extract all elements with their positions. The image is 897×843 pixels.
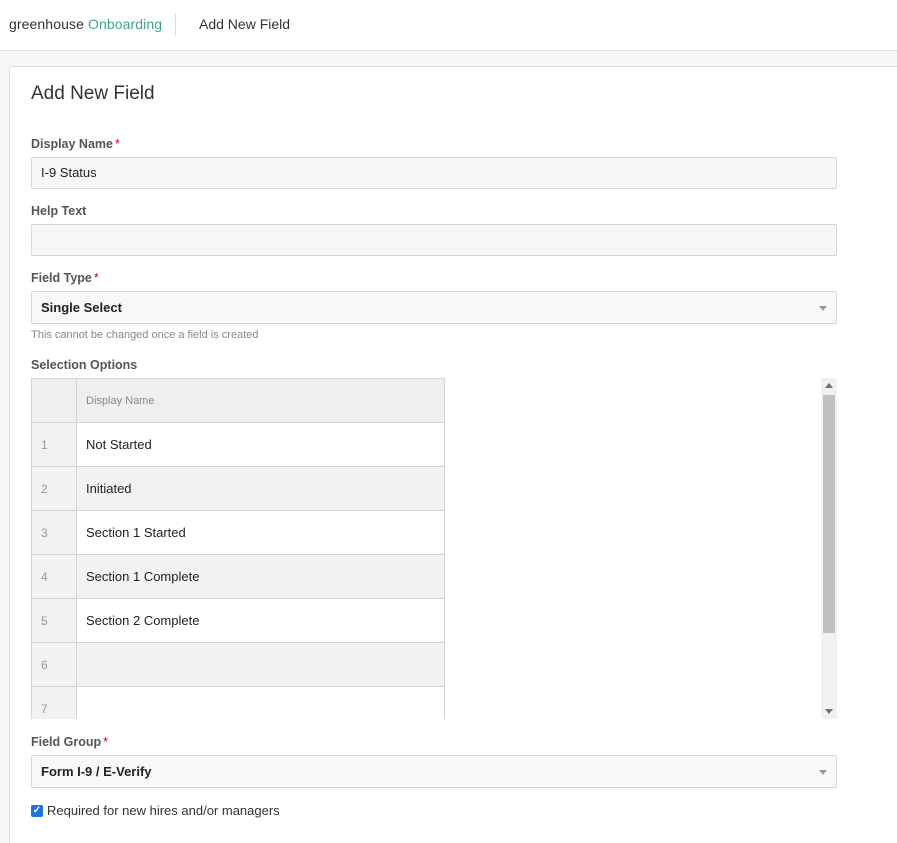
table-row: 4 Section 1 Complete bbox=[31, 554, 445, 599]
option-cell[interactable]: Initiated bbox=[76, 466, 445, 511]
display-name-label-text: Display Name bbox=[31, 137, 113, 151]
row-number[interactable]: 6 bbox=[31, 642, 77, 687]
option-cell[interactable]: Section 1 Complete bbox=[76, 554, 445, 599]
logo-text-onboarding: Onboarding bbox=[87, 16, 163, 32]
field-type-select[interactable]: Single Select bbox=[31, 291, 837, 324]
table-row: 7 bbox=[31, 686, 445, 719]
header-divider bbox=[175, 14, 176, 36]
breadcrumb: Add New Field bbox=[199, 16, 291, 32]
required-checkbox-label[interactable]: Required for new hires and/or managers bbox=[47, 803, 280, 818]
scroll-down-arrow-icon[interactable] bbox=[825, 709, 833, 714]
required-marker: * bbox=[93, 271, 99, 285]
table-row: 5 Section 2 Complete bbox=[31, 598, 445, 643]
page-title: Add New Field bbox=[31, 83, 155, 104]
grid-scrollbar[interactable] bbox=[821, 378, 837, 719]
row-number[interactable]: 1 bbox=[31, 422, 77, 467]
table-row: 3 Section 1 Started bbox=[31, 510, 445, 555]
field-group-select[interactable]: Form I-9 / E-Verify bbox=[31, 755, 837, 788]
checkmark-icon: ✓ bbox=[32, 805, 42, 816]
table-row: 2 Initiated bbox=[31, 466, 445, 511]
greenhouse-onboarding-logo[interactable]: greenhouse Onboarding bbox=[9, 16, 162, 32]
help-text-label-text: Help Text bbox=[31, 204, 87, 218]
selection-options-label-text: Selection Options bbox=[31, 358, 138, 372]
option-cell[interactable] bbox=[76, 686, 445, 719]
selection-options-grid: Display Name 1 Not Started 2 Initiated 3… bbox=[31, 378, 837, 719]
option-cell[interactable] bbox=[76, 642, 445, 687]
row-number[interactable]: 7 bbox=[31, 686, 77, 719]
field-group-value: Form I-9 / E-Verify bbox=[41, 764, 152, 779]
table-row: 1 Not Started bbox=[31, 422, 445, 467]
selection-options-label: Selection Options bbox=[31, 358, 137, 372]
logo-text-greenhouse: greenhouse bbox=[9, 16, 84, 32]
scroll-up-arrow-icon[interactable] bbox=[825, 383, 833, 388]
field-group-label: Field Group * bbox=[31, 735, 108, 749]
chevron-down-icon bbox=[819, 306, 827, 311]
required-marker: * bbox=[114, 137, 120, 151]
row-number-header bbox=[31, 378, 77, 423]
field-type-label: Field Type * bbox=[31, 271, 99, 285]
scrollbar-thumb[interactable] bbox=[823, 395, 835, 633]
top-bar: greenhouse Onboarding Add New Field bbox=[0, 0, 897, 51]
display-name-label: Display Name * bbox=[31, 137, 120, 151]
help-text-label: Help Text bbox=[31, 204, 86, 218]
field-type-value: Single Select bbox=[41, 300, 122, 315]
chevron-down-icon bbox=[819, 770, 827, 775]
field-type-label-text: Field Type bbox=[31, 271, 92, 285]
row-number[interactable]: 5 bbox=[31, 598, 77, 643]
option-cell[interactable]: Section 1 Started bbox=[76, 510, 445, 555]
row-number[interactable]: 3 bbox=[31, 510, 77, 555]
table-header-row: Display Name bbox=[31, 378, 445, 423]
option-cell[interactable]: Section 2 Complete bbox=[76, 598, 445, 643]
field-group-label-text: Field Group bbox=[31, 735, 102, 749]
field-type-hint: This cannot be changed once a field is c… bbox=[31, 329, 259, 341]
column-header-display-name[interactable]: Display Name bbox=[76, 378, 445, 423]
table-row: 6 bbox=[31, 642, 445, 687]
display-name-input[interactable]: I-9 Status bbox=[31, 157, 837, 189]
required-checkbox[interactable]: ✓ bbox=[31, 805, 43, 817]
options-table: Display Name 1 Not Started 2 Initiated 3… bbox=[31, 378, 445, 719]
help-text-input[interactable] bbox=[31, 224, 837, 256]
row-number[interactable]: 4 bbox=[31, 554, 77, 599]
row-number[interactable]: 2 bbox=[31, 466, 77, 511]
option-cell[interactable]: Not Started bbox=[76, 422, 445, 467]
required-marker: * bbox=[103, 735, 109, 749]
